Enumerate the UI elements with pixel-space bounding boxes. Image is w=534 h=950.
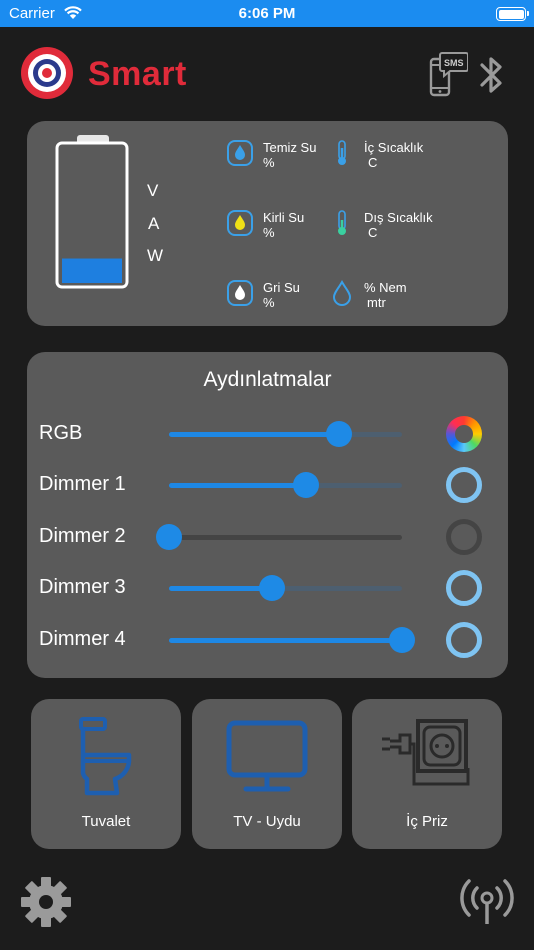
socket-tile-button[interactable]: İç Priz [352, 699, 502, 849]
sensor-name: Kirli Su [263, 210, 305, 225]
sms-badge: SMS [444, 58, 464, 68]
clock: 6:06 PM [238, 5, 296, 22]
water-drop-icon [227, 210, 253, 236]
light-label: Dimmer 2 [39, 525, 126, 547]
ampere-label: A [148, 214, 160, 233]
light-row-dimmer-2: Dimmer 2 [27, 517, 508, 557]
rgb-slider[interactable] [169, 421, 402, 447]
power-socket-icon [382, 719, 470, 786]
light-row-dimmer-4: Dimmer 4 [27, 620, 508, 660]
slider-thumb[interactable] [293, 472, 320, 498]
dimmer-4-toggle-icon[interactable] [446, 622, 482, 658]
slider-thumb[interactable] [389, 627, 415, 653]
sensor-name: Dış Sıcaklık [364, 210, 433, 225]
target-logo-icon [21, 47, 73, 99]
tile-label: TV - Uydu [233, 813, 301, 830]
humidity-drop-icon [332, 280, 352, 306]
brand-title: Smart [88, 55, 187, 93]
status-battery-icon [496, 7, 529, 21]
dimmer-2-slider[interactable] [156, 524, 402, 550]
light-row-dimmer-3: Dimmer 3 [27, 568, 508, 608]
tv-tile-button[interactable]: TV - Uydu [192, 699, 342, 849]
water-drop-icon [227, 280, 253, 306]
light-row-dimmer-1: Dimmer 1 [27, 465, 508, 505]
slider-fill [169, 483, 307, 488]
app-header: Smart SMS [0, 27, 534, 119]
dimmer-4-slider[interactable] [169, 627, 415, 653]
watt-label: W [147, 246, 164, 265]
sensor-unit: C [368, 225, 378, 240]
power-sensors-card: V A W Temiz Su% İç Sıcaklık C Kirli Su% D… [27, 121, 508, 326]
lights-title: Aydınlatmalar [203, 368, 332, 391]
sensor-unit: % [263, 225, 275, 240]
sensor-name: % Nem [364, 280, 407, 295]
broadcast-antenna-icon[interactable] [458, 876, 516, 926]
settings-gear-icon[interactable] [20, 876, 72, 928]
slider-thumb[interactable] [258, 575, 285, 601]
battery-level-icon [55, 135, 129, 289]
slider-fill [169, 432, 340, 437]
sensor-name: İç Sıcaklık [364, 140, 424, 155]
light-label: Dimmer 4 [39, 628, 126, 650]
bluetooth-icon[interactable] [476, 53, 508, 97]
status-bar: Carrier 6:06 PM [0, 0, 534, 27]
lights-card: Aydınlatmalar RGB Dimmer 1 Dimmer 2 Dimm… [27, 352, 508, 678]
light-label: Dimmer 3 [39, 576, 126, 598]
rgb-color-picker-icon[interactable] [446, 416, 482, 452]
slider-thumb[interactable] [156, 524, 182, 550]
sensor-name: Temiz Su [263, 140, 317, 155]
sensor-unit: mtr [367, 295, 386, 310]
light-label: Dimmer 1 [39, 473, 126, 495]
dimmer-2-toggle-icon[interactable] [446, 519, 482, 555]
dimmer-1-slider[interactable] [169, 472, 402, 498]
tv-icon [226, 720, 308, 792]
light-row-rgb: RGB [27, 414, 508, 454]
light-label: RGB [39, 422, 83, 444]
sensor-unit: % [263, 295, 275, 310]
toilet-icon [79, 717, 132, 796]
tile-label: İç Priz [406, 813, 448, 830]
tile-label: Tuvalet [81, 813, 131, 830]
slider-fill [169, 586, 272, 591]
dimmer-3-slider[interactable] [169, 575, 402, 601]
slider-fill [169, 638, 402, 643]
dimmer-3-toggle-icon[interactable] [446, 570, 482, 606]
voltage-label: V [147, 181, 159, 200]
sensor-unit: % [263, 155, 275, 170]
slider-thumb[interactable] [326, 421, 353, 447]
phone-sms-icon[interactable]: SMS [428, 49, 469, 99]
sensor-unit: C [368, 155, 378, 170]
toilet-tile-button[interactable]: Tuvalet [31, 699, 181, 849]
dimmer-1-toggle-icon[interactable] [446, 467, 482, 503]
thermometer-icon [338, 140, 346, 165]
water-drop-icon [227, 140, 253, 166]
sensor-name: Gri Su [263, 280, 300, 295]
thermometer-icon [338, 210, 346, 235]
